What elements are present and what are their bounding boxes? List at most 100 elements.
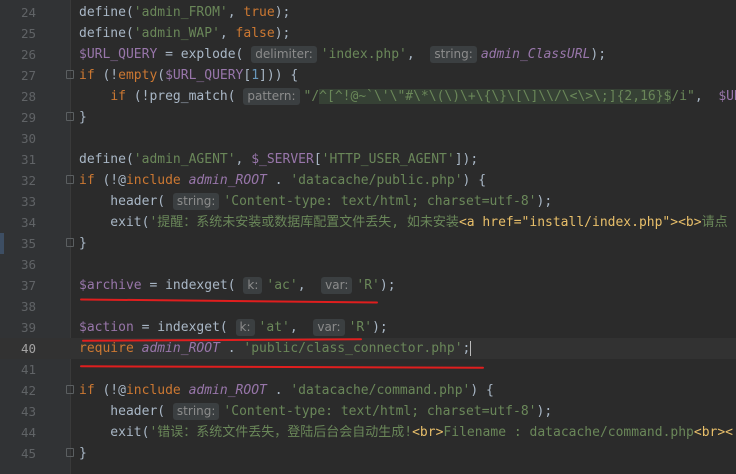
line-number[interactable]: 40 [0, 338, 36, 359]
code-text[interactable]: $URL_QUERY = explode( delimiter:'index.p… [79, 44, 606, 65]
code-text[interactable]: if (!empty($URL_QUERY[1])) { [79, 65, 298, 86]
code-token: admin_ROOT [188, 383, 267, 398]
fold-toggle-icon[interactable] [66, 238, 74, 247]
line-number[interactable]: 24 [0, 2, 36, 23]
code-line-26[interactable]: 26 $URL_QUERY = explode( delimiter:'index… [0, 44, 736, 65]
code-token: $URL_QUERY [79, 47, 158, 62]
line-number[interactable]: 27 [0, 65, 36, 86]
fold-toggle-icon[interactable] [66, 448, 74, 457]
fold-toggle-icon[interactable] [66, 112, 74, 121]
line-number[interactable]: 32 [0, 170, 36, 191]
code-token: 'index.php' [320, 47, 407, 62]
code-token: 'admin_WAP' [133, 26, 220, 41]
code-text[interactable]: if (!preg_match( pattern: "/^[^!@~`\'\"#\… [79, 86, 736, 107]
line-number[interactable]: 45 [0, 443, 36, 464]
code-text[interactable]: if (!@include admin_ROOT . 'datacache/pu… [79, 170, 486, 191]
code-line-31[interactable]: 31 define('admin_AGENT', $_SERVER['HTTP_U… [0, 149, 736, 170]
code-line-27[interactable]: 27 if (!empty($URL_QUERY[1])) { [0, 65, 736, 86]
code-token: admin_ROOT [188, 173, 267, 188]
code-line-43[interactable]: 43 header( string: 'Content-type: text/ht… [0, 401, 736, 422]
code-text[interactable]: if (!@include admin_ROOT . 'datacache/co… [79, 380, 494, 401]
code-line-41[interactable]: 41 [0, 359, 736, 380]
code-line-35[interactable]: 35} [0, 233, 736, 254]
line-number[interactable]: 38 [0, 296, 36, 317]
code-token: = indexget( [141, 278, 244, 293]
line-number[interactable]: 35 [0, 233, 36, 254]
code-token: /i" [671, 89, 695, 104]
code-token: ); [372, 320, 388, 335]
code-token: (! [102, 68, 119, 83]
code-text[interactable]: } [79, 233, 87, 254]
code-text[interactable]: define('admin_WAP', false); [79, 23, 290, 44]
line-number[interactable]: 33 [0, 191, 36, 212]
code-line-34[interactable]: 34 exit('提醒：系统未安装或数据库配置文件丢失, 如未安装<a href… [0, 212, 736, 233]
code-token: ; [462, 341, 471, 356]
line-number[interactable]: 25 [0, 23, 36, 44]
parameter-hint: k: [243, 277, 263, 294]
code-token: 1 [251, 68, 260, 83]
code-line-28[interactable]: 28 if (!preg_match( pattern: "/^[^!@~`\'\… [0, 86, 736, 107]
line-number[interactable]: 26 [0, 44, 36, 65]
line-number[interactable]: 30 [0, 128, 36, 149]
code-text[interactable]: exit('提醒：系统未安装或数据库配置文件丢失, 如未安装<a href="i… [79, 212, 728, 233]
code-token: <br> [412, 425, 444, 440]
line-number[interactable]: 44 [0, 422, 36, 443]
code-text[interactable]: define('admin_FROM', true); [79, 2, 290, 23]
code-token: [ [313, 152, 322, 167]
code-token: exit( [79, 425, 150, 440]
line-number[interactable]: 42 [0, 380, 36, 401]
code-token: $URL_QUERY [165, 68, 244, 83]
fold-toggle-icon[interactable] [66, 385, 74, 394]
code-text[interactable]: $action = indexget( k:'at', var: 'R'); [79, 317, 388, 338]
code-token: , [227, 5, 244, 20]
code-line-24[interactable]: 24 define('admin_FROM', true); [0, 2, 736, 23]
code-text[interactable]: exit('错误：系统文件丢失，登陆后台会自动生成!<br>Filename :… [79, 422, 733, 443]
code-token: ]); [454, 152, 479, 167]
code-line-33[interactable]: 33 header( string: 'Content-type: text/ht… [0, 191, 736, 212]
fold-toggle-icon[interactable] [66, 70, 74, 79]
code-editor[interactable]: 24 define('admin_FROM', true); 25 define('a… [0, 0, 736, 474]
code-token: ); [274, 5, 291, 20]
code-text[interactable]: header( string: 'Content-type: text/html;… [79, 191, 552, 212]
code-line-25[interactable]: 25 define('admin_WAP', false); [0, 23, 736, 44]
code-line-44[interactable]: 44 exit('错误：系统文件丢失，登陆后台会自动生成!<br>Filenam… [0, 422, 736, 443]
code-text[interactable]: define('admin_AGENT', $_SERVER['HTTP_USE… [79, 149, 478, 170]
parameter-hint: string: [172, 403, 220, 420]
code-text[interactable]: } [79, 443, 87, 464]
code-token: , [219, 26, 236, 41]
code-line-39[interactable]: 39 $action = indexget( k:'at', var: 'R'); [0, 317, 736, 338]
line-number[interactable]: 29 [0, 107, 36, 128]
code-line-32[interactable]: 32 if (!@include admin_ROOT . 'datacache/… [0, 170, 736, 191]
line-number[interactable]: 31 [0, 149, 36, 170]
code-token: } [79, 236, 87, 251]
code-token: ) { [462, 173, 487, 188]
code-token: 请点 [701, 215, 728, 230]
code-token: (!preg_match( [133, 89, 244, 104]
code-text[interactable]: } [79, 107, 87, 128]
line-number[interactable]: 28 [0, 86, 36, 107]
code-text[interactable]: $archive = indexget( k:'ac', var: 'R'); [79, 275, 396, 296]
code-token: $action [79, 320, 134, 335]
parameter-hint: var: [321, 277, 353, 294]
code-line-42[interactable]: 42 if (!@include admin_ROOT . 'datacache/… [0, 380, 736, 401]
code-line-37[interactable]: 37 $archive = indexget( k:'ac', var: 'R'); [0, 275, 736, 296]
code-token: 错误：系统文件丢失，登陆后台会自动生成! [157, 425, 413, 440]
code-token: false [235, 26, 275, 41]
code-line-36[interactable]: 36 [0, 254, 736, 275]
code-token: ); [590, 47, 607, 62]
code-token: 'Content-type: text/html; charset=utf-8' [223, 194, 537, 209]
code-line-29[interactable]: 29} [0, 107, 736, 128]
fold-toggle-icon[interactable] [66, 175, 74, 184]
code-line-45[interactable]: 45} [0, 443, 736, 464]
code-token: if [79, 383, 103, 398]
code-lines[interactable]: 24 define('admin_FROM', true); 25 define('a… [0, 2, 736, 464]
line-number[interactable]: 39 [0, 317, 36, 338]
line-number[interactable]: 43 [0, 401, 36, 422]
line-number[interactable]: 37 [0, 275, 36, 296]
code-token: $URL_ [718, 89, 736, 104]
code-text[interactable]: header( string: 'Content-type: text/html;… [79, 401, 552, 422]
line-number[interactable]: 36 [0, 254, 36, 275]
line-number[interactable]: 34 [0, 212, 36, 233]
code-line-30[interactable]: 30 [0, 128, 736, 149]
line-number[interactable]: 41 [0, 359, 36, 380]
